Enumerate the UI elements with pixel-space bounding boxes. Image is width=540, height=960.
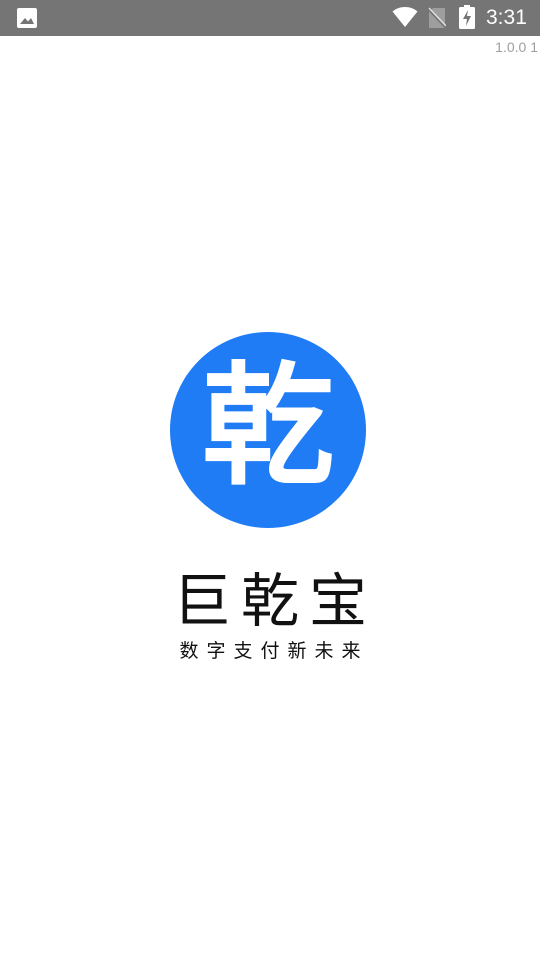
gallery-icon <box>17 8 37 28</box>
no-sim-icon <box>428 7 446 29</box>
app-tagline: 数字支付新未来 <box>179 640 369 662</box>
status-time: 3:31 <box>486 6 527 29</box>
version-label: 1.0.0 1 <box>495 39 538 55</box>
logo-glyph: 乾 <box>202 349 334 504</box>
battery-charging-icon <box>459 5 475 29</box>
status-bar: 3:31 <box>0 0 540 36</box>
app-name: 巨乾宝 <box>172 567 377 635</box>
app-logo: 乾 <box>170 332 366 528</box>
wifi-icon <box>392 7 418 27</box>
